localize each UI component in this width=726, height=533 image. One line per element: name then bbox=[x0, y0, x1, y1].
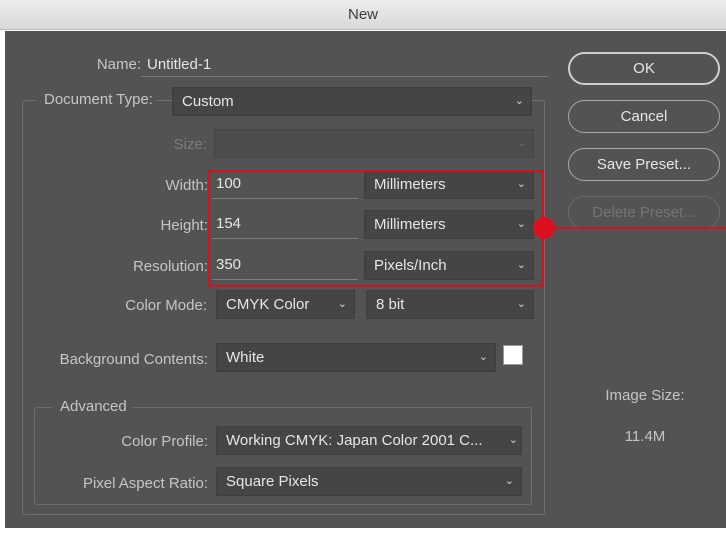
resolution-label: Resolution: bbox=[132, 258, 208, 275]
document-type-value: Custom bbox=[182, 93, 234, 110]
callout-dot bbox=[533, 217, 555, 239]
chevron-down-icon: ⌄ bbox=[478, 351, 488, 363]
size-select[interactable]: ⌄ bbox=[214, 129, 534, 158]
bit-depth-value: 8 bit bbox=[376, 296, 405, 313]
width-label: Width: bbox=[165, 177, 208, 194]
color-profile-select[interactable]: Working CMYK: Japan Color 2001 C... ⌄ bbox=[216, 426, 522, 455]
chevron-down-icon: ⌄ bbox=[516, 298, 526, 310]
image-size-value: 11.4M bbox=[624, 428, 666, 445]
color-profile-value: Working CMYK: Japan Color 2001 C... bbox=[226, 432, 483, 449]
chevron-down-icon: ⌄ bbox=[504, 475, 514, 487]
color-mode-select[interactable]: CMYK Color ⌄ bbox=[216, 290, 355, 319]
height-label: Height: bbox=[160, 217, 208, 234]
color-profile-label: Color Profile: bbox=[121, 433, 208, 450]
pixel-aspect-label: Pixel Aspect Ratio: bbox=[82, 475, 208, 492]
name-input[interactable]: Untitled-1 bbox=[147, 56, 211, 73]
image-size-label: Image Size: bbox=[605, 387, 685, 404]
chevron-down-icon: ⌄ bbox=[337, 298, 347, 310]
delete-preset-button[interactable]: Delete Preset... bbox=[568, 196, 720, 229]
dimension-highlight-box bbox=[208, 170, 544, 287]
color-mode-label: Color Mode: bbox=[125, 297, 207, 314]
pixel-aspect-select[interactable]: Square Pixels ⌄ bbox=[216, 467, 522, 496]
chevron-down-icon: ⌄ bbox=[514, 95, 524, 107]
window-titlebar: New bbox=[0, 0, 726, 30]
name-label: Name: bbox=[96, 56, 141, 73]
cancel-button[interactable]: Cancel bbox=[568, 100, 720, 133]
color-mode-value: CMYK Color bbox=[226, 296, 310, 313]
ok-button[interactable]: OK bbox=[568, 52, 720, 85]
window-title: New bbox=[347, 6, 378, 23]
background-value: White bbox=[226, 349, 265, 366]
chevron-down-icon: ⌄ bbox=[508, 434, 518, 446]
background-label: Background Contents: bbox=[59, 351, 208, 368]
pixel-aspect-value: Square Pixels bbox=[226, 473, 319, 490]
bottom-margin bbox=[0, 528, 726, 533]
advanced-legend: Advanced bbox=[52, 398, 133, 415]
save-preset-button[interactable]: Save Preset... bbox=[568, 148, 720, 181]
document-type-label: Document Type: bbox=[36, 91, 156, 108]
name-underline bbox=[141, 76, 548, 77]
callout-line bbox=[548, 227, 726, 229]
background-select[interactable]: White ⌄ bbox=[216, 343, 496, 372]
document-type-select[interactable]: Custom ⌄ bbox=[172, 87, 532, 116]
bit-depth-select[interactable]: 8 bit ⌄ bbox=[366, 290, 534, 319]
chevron-down-icon: ⌄ bbox=[516, 137, 526, 149]
background-color-swatch[interactable] bbox=[503, 345, 523, 365]
size-label: Size: bbox=[173, 136, 207, 153]
